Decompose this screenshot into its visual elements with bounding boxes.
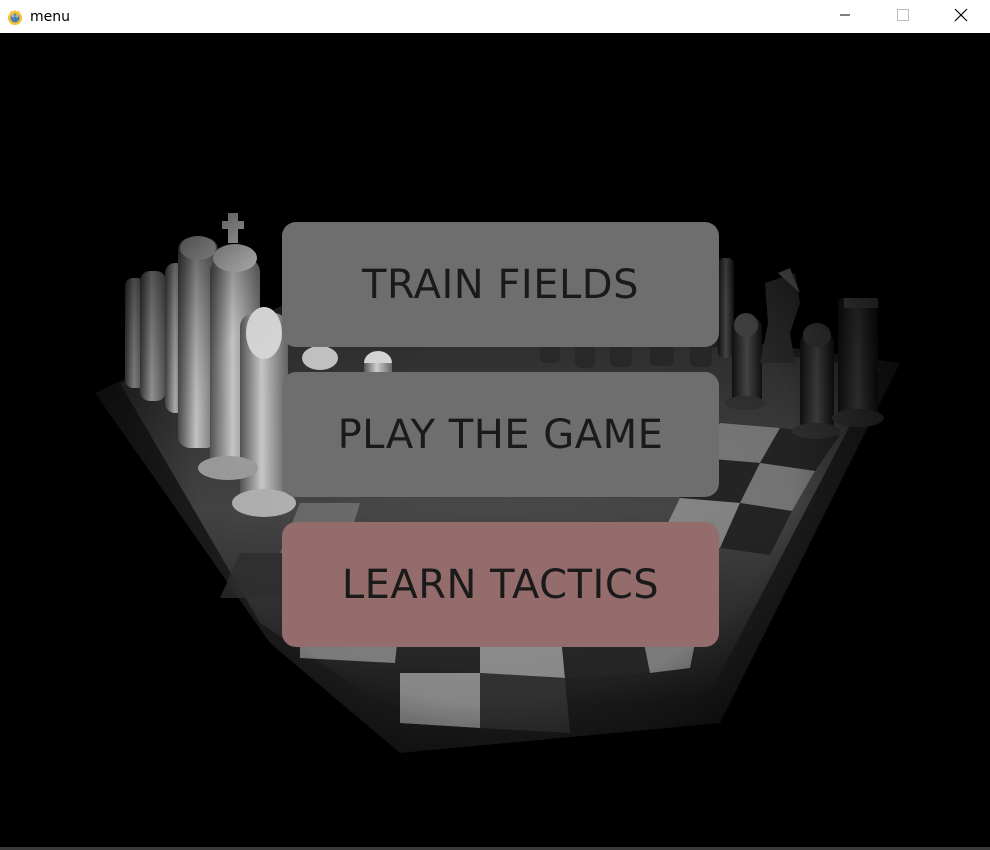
title-bar[interactable]: menu: [0, 0, 990, 33]
close-button[interactable]: [932, 0, 990, 30]
window-title: menu: [30, 8, 70, 25]
window-controls: [816, 0, 990, 33]
maximize-button[interactable]: [874, 0, 932, 30]
maximize-icon: [897, 9, 909, 21]
pygame-snake-icon: [6, 8, 24, 26]
game-surface: TRAIN FIELDS PLAY THE GAME LEARN TACTICS: [0, 33, 990, 847]
minimize-icon: [840, 14, 850, 16]
app-window: menu TRAIN FIELDS PLAY THE GAME LEARN TA…: [0, 0, 990, 850]
learn-tactics-button[interactable]: LEARN TACTICS: [282, 522, 719, 647]
train-fields-button[interactable]: TRAIN FIELDS: [282, 222, 719, 347]
minimize-button[interactable]: [816, 0, 874, 30]
play-the-game-button[interactable]: PLAY THE GAME: [282, 372, 719, 497]
close-icon: [954, 8, 968, 22]
